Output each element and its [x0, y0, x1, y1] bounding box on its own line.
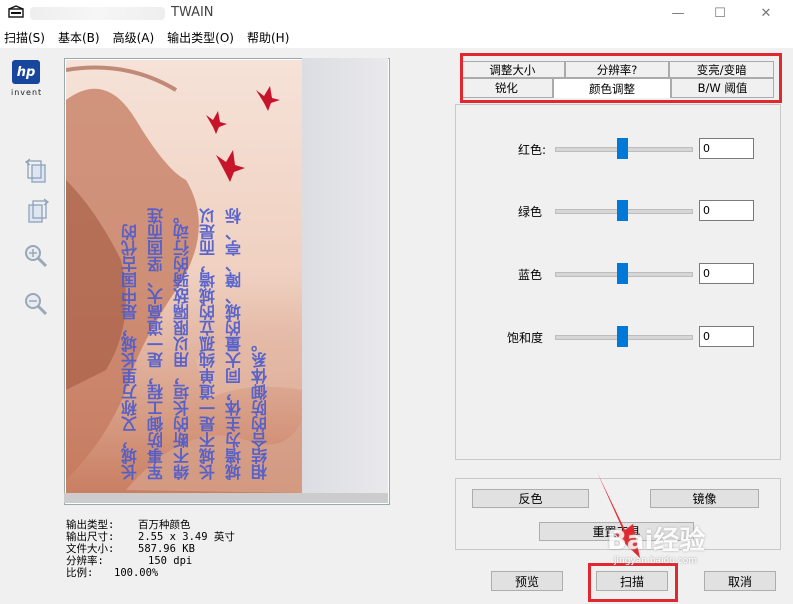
menu-bar: 扫描(S) 基本(B) 高级(A) 输出类型(O) 帮助(H)	[0, 26, 793, 48]
scanner-app-icon	[8, 5, 24, 18]
rotate-left-icon[interactable]	[24, 157, 50, 185]
blue-value-input[interactable]: 0	[699, 263, 754, 284]
red-value-input[interactable]: 0	[699, 138, 754, 159]
info-label: 输出类型:	[66, 519, 115, 531]
saturation-value-input[interactable]: 0	[699, 326, 754, 347]
minimize-button[interactable]: —	[655, 0, 701, 26]
info-output-type: 输出类型: 百万种颜色	[66, 520, 191, 531]
menu-output-type[interactable]: 输出类型(O)	[167, 29, 234, 46]
image-text-line: 相结合的防御体系。	[251, 336, 270, 480]
image-text-line: 绵不断的长垣，用以限隔敌骑的行动。	[173, 208, 192, 480]
scanned-image: 长城，又称万里长城，是中国古代的 军事防御工程，是一道高大、坚固而连 绵不断的长…	[66, 60, 302, 493]
info-value: 2.55 x 3.49 英寸	[138, 531, 235, 543]
zoom-in-icon[interactable]	[22, 242, 48, 270]
rotate-right-icon[interactable]	[24, 197, 50, 225]
title-bar: TWAIN — ☐ ✕	[0, 0, 793, 26]
info-output-size: 输出尺寸: 2.55 x 3.49 英寸	[66, 532, 235, 543]
info-resolution: 分辨率: 150 dpi	[66, 556, 192, 567]
info-label: 文件大小:	[66, 543, 115, 555]
info-scale: 比例: 100.00%	[66, 568, 158, 579]
info-label: 输出尺寸:	[66, 531, 115, 543]
title-redacted	[30, 7, 165, 20]
green-value-input[interactable]: 0	[699, 200, 754, 221]
zoom-out-icon[interactable]	[22, 290, 48, 318]
red-slider-thumb[interactable]	[617, 138, 628, 159]
image-text-line: 长城，又称万里长城，是中国古代的	[121, 224, 140, 480]
preview-unused-region	[302, 58, 388, 503]
invert-button[interactable]: 反色	[472, 489, 589, 508]
green-label: 绿色	[518, 205, 543, 219]
window-title: TWAIN	[171, 5, 214, 20]
saturation-slider-thumb[interactable]	[617, 326, 628, 347]
watermark-url: jingyan.baidu.com	[614, 556, 698, 566]
watermark: Bai经验	[607, 526, 706, 556]
menu-help[interactable]: 帮助(H)	[247, 29, 289, 46]
blue-slider-thumb[interactable]	[617, 263, 628, 284]
blue-label: 蓝色	[518, 268, 543, 282]
menu-scan[interactable]: 扫描(S)	[4, 29, 45, 46]
scan-highlight-box	[588, 563, 678, 602]
info-label: 分辨率:	[66, 555, 104, 567]
tabs-highlight-box	[460, 53, 782, 103]
image-text-line: 军事防御工程，是一道高大、坚固而连	[147, 208, 166, 480]
info-value: 百万种颜色	[138, 519, 191, 531]
saturation-label: 饱和度	[507, 331, 544, 345]
close-button[interactable]: ✕	[743, 0, 789, 26]
info-file-size: 文件大小: 587.96 KB	[66, 544, 195, 555]
menu-basic[interactable]: 基本(B)	[58, 29, 100, 46]
image-text-line: 长城不是一道单纯孤立的城墙，而是以	[199, 208, 218, 480]
info-label: 比例:	[66, 567, 94, 579]
cancel-button[interactable]: 取消	[704, 571, 776, 591]
preview-button[interactable]: 预览	[491, 571, 563, 591]
red-label: 红色:	[518, 143, 547, 157]
hp-logo-subtext: invent	[11, 88, 43, 97]
green-slider-thumb[interactable]	[617, 200, 628, 221]
image-text-line: 城墙为主体，同大量的城、障、亭、标	[225, 208, 244, 480]
maximize-button[interactable]: ☐	[697, 0, 743, 26]
hp-logo: hp	[12, 60, 40, 84]
info-value: 100.00%	[114, 567, 159, 579]
info-value: 150 dpi	[148, 555, 193, 567]
menu-advanced[interactable]: 高级(A)	[113, 29, 155, 46]
info-value: 587.96 KB	[138, 543, 195, 555]
preview-bottom-strip	[64, 493, 388, 503]
